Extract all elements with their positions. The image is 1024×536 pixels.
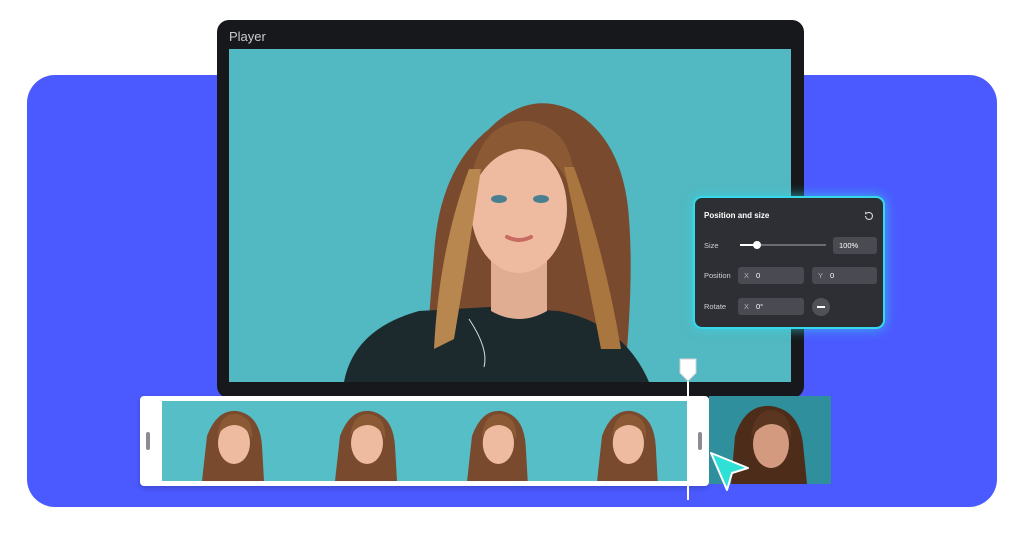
frame-thumbnail [295,401,428,481]
timeline-frame-3[interactable] [428,401,558,481]
reset-icon[interactable] [863,210,875,222]
size-slider[interactable] [740,241,826,249]
position-x-input[interactable]: X 0 [738,267,804,284]
rotate-input[interactable]: X 0° [738,298,804,315]
rotate-axis: X [744,302,750,311]
panel-title: Position and size [704,211,770,220]
rotate-label: Rotate [704,302,727,311]
timeline-frame-1[interactable] [162,401,295,481]
position-y-axis: Y [818,271,824,280]
size-input[interactable]: 100% [833,237,877,254]
timeline-frame-4[interactable] [558,401,688,481]
playhead-line[interactable] [687,378,689,500]
position-size-panel: Position and size Size 100% Position X 0… [693,196,885,329]
size-label: Size [704,241,719,250]
timeline-frame-2[interactable] [295,401,428,481]
rotate-value: 0° [756,302,764,311]
timeline-strip[interactable] [140,396,709,486]
timeline-left-handle[interactable] [146,432,150,450]
position-y-input[interactable]: Y 0 [812,267,877,284]
position-label: Position [704,271,731,280]
frame-thumbnail [162,401,295,481]
timeline-right-handle[interactable] [698,432,702,450]
frame-thumbnail [428,401,558,481]
pointer-cursor-icon [710,452,749,491]
position-x-value: 0 [756,271,761,280]
playhead-marker-icon[interactable] [679,358,697,382]
rotate-knob-icon[interactable] [812,298,830,316]
frame-thumbnail [558,401,688,481]
position-x-axis: X [744,271,750,280]
size-value: 100% [839,241,859,250]
position-y-value: 0 [830,271,835,280]
player-title: Player [229,29,266,44]
size-slider-thumb[interactable] [753,241,762,249]
